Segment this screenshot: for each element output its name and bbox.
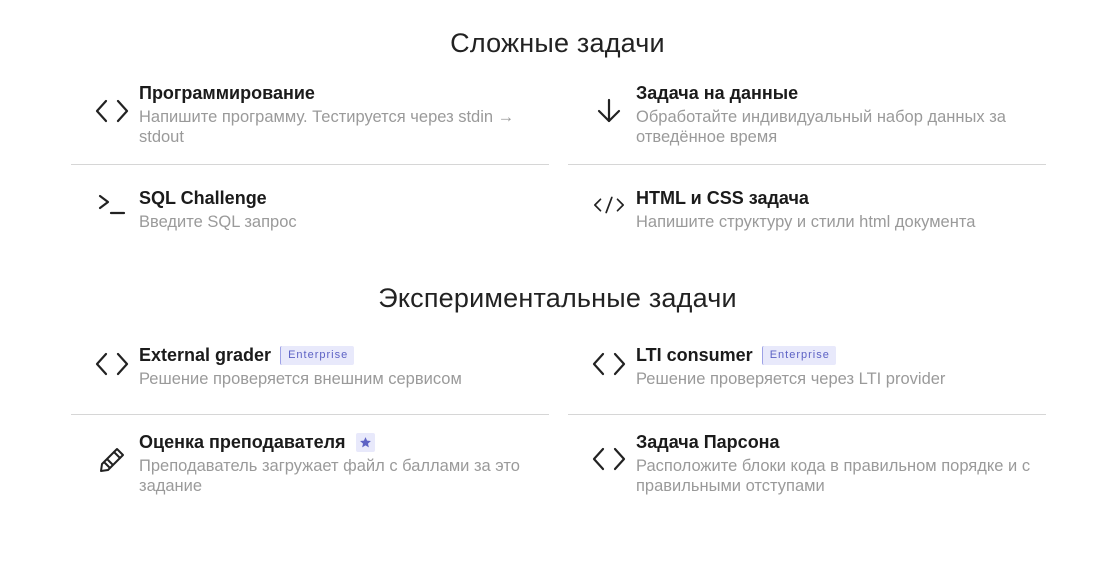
code-brackets-icon (95, 347, 129, 381)
terminal-prompt-icon (95, 187, 129, 221)
task-type-data[interactable]: Задача на данные Обработайте индивидуаль… (568, 82, 1046, 165)
task-type-sql[interactable]: SQL Challenge Введите SQL запрос (71, 187, 549, 247)
task-description: Преподаватель загружает файл с баллами з… (139, 457, 520, 495)
task-title: Задача Парсона (636, 431, 780, 452)
task-description: Введите SQL запрос (139, 213, 297, 231)
enterprise-badge: Enterprise (280, 345, 355, 365)
task-description: Напишите программу. Тестируется через st… (139, 108, 515, 146)
arrow-down-icon (592, 94, 626, 128)
section-title-complex: Сложные задачи (450, 28, 665, 58)
pencil-icon (95, 443, 129, 477)
star-icon (355, 432, 375, 452)
task-type-lti-consumer[interactable]: LTI consumer Enterprise Решение проверяе… (568, 344, 1046, 415)
task-description: Расположите блоки кода в правильном поря… (636, 457, 1031, 495)
code-brackets-icon (95, 94, 129, 128)
task-type-external-grader[interactable]: External grader Enterprise Решение прове… (71, 344, 549, 415)
task-title: Программирование (139, 82, 315, 103)
task-description: Решение проверяется внешним сервисом (139, 370, 462, 388)
code-brackets-icon (592, 347, 626, 381)
task-description: Напишите структуру и стили html документ… (636, 213, 976, 231)
task-description: Решение проверяется через LTI provider (636, 370, 946, 388)
html-tag-icon (592, 188, 626, 222)
task-type-teacher-grading[interactable]: Оценка преподавателя Преподаватель загру… (71, 431, 549, 501)
task-type-programming[interactable]: Программирование Напишите программу. Тес… (71, 82, 549, 165)
task-title: Оценка преподавателя (139, 431, 346, 452)
code-brackets-icon (592, 442, 626, 476)
task-title: HTML и CSS задача (636, 187, 809, 208)
section-title-experimental: Экспериментальные задачи (378, 283, 737, 313)
task-title: SQL Challenge (139, 187, 267, 208)
task-title: External grader (139, 344, 272, 365)
enterprise-badge: Enterprise (761, 345, 836, 365)
task-type-parsons[interactable]: Задача Парсона Расположите блоки кода в … (568, 431, 1046, 501)
task-title: LTI consumer (636, 344, 753, 365)
task-type-html-css[interactable]: HTML и CSS задача Напишите структуру и с… (568, 187, 1046, 247)
task-title: Задача на данные (636, 82, 799, 103)
task-description: Обработайте индивидуальный набор данных … (636, 108, 1006, 146)
